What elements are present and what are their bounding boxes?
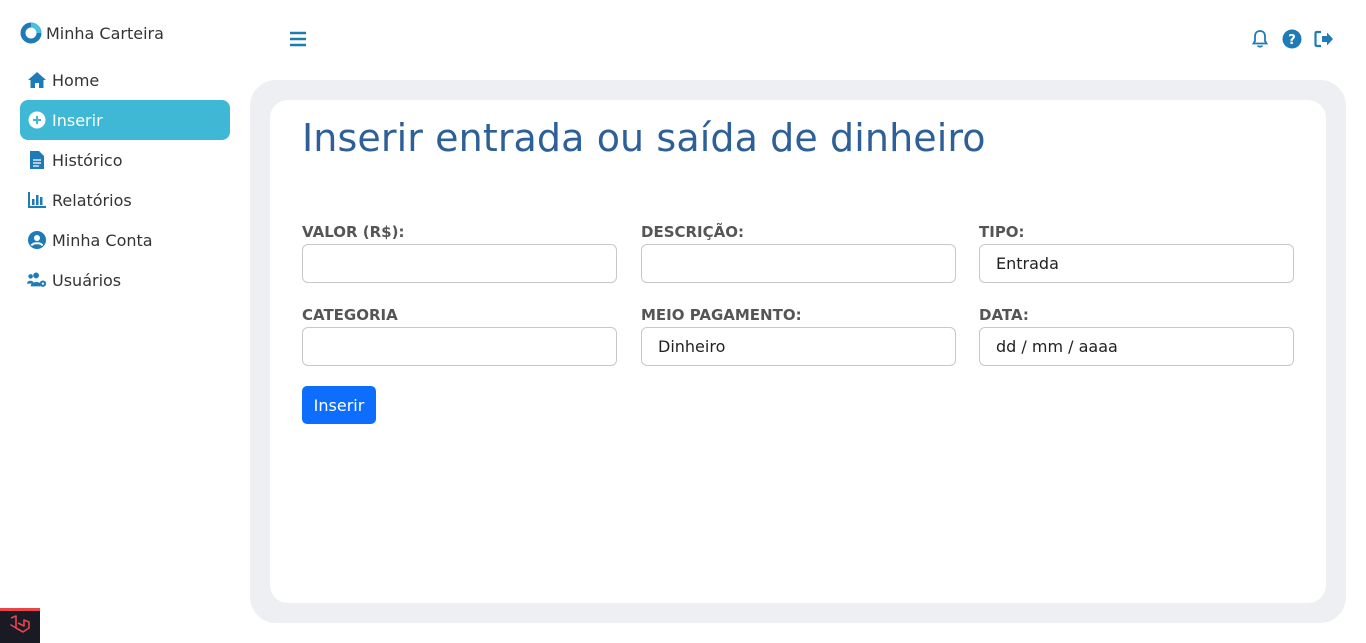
meio-pagamento-label: MEIO PAGAMENTO:	[641, 306, 802, 324]
inserir-button[interactable]: Inserir	[302, 386, 376, 424]
help-icon[interactable]: ?	[1282, 28, 1302, 50]
categoria-group: CATEGORIA	[302, 305, 617, 366]
valor-label: VALOR (R$):	[302, 223, 405, 241]
categoria-label: CATEGORIA	[302, 306, 398, 324]
descricao-group: DESCRIÇÃO:	[641, 222, 956, 283]
data-label: DATA:	[979, 306, 1029, 324]
brand-name: Minha Carteira	[46, 23, 164, 43]
sidebar-item-label: Histórico	[52, 150, 123, 170]
file-icon	[27, 150, 47, 170]
data-input[interactable]: dd / mm / aaaa	[979, 327, 1294, 366]
sidebar-item-minha-conta[interactable]: Minha Conta	[20, 220, 230, 260]
sidebar-item-historico[interactable]: Histórico	[20, 140, 230, 180]
sidebar-item-label: Relatórios	[52, 190, 132, 210]
sidebar-item-usuarios[interactable]: Usuários	[20, 260, 230, 300]
page-title: Inserir entrada ou saída de dinheiro	[302, 116, 986, 160]
hamburger-icon[interactable]	[288, 29, 308, 49]
data-group: DATA: dd / mm / aaaa	[979, 305, 1294, 366]
form-card: Inserir entrada ou saída de dinheiro VAL…	[270, 100, 1326, 603]
valor-group: VALOR (R$):	[302, 222, 617, 283]
users-gear-icon	[27, 270, 47, 290]
user-circle-icon	[27, 230, 47, 250]
tipo-group: TIPO: Entrada	[979, 222, 1294, 283]
tipo-label: TIPO:	[979, 223, 1025, 241]
logout-icon[interactable]	[1314, 28, 1334, 50]
tipo-select[interactable]: Entrada	[979, 244, 1294, 283]
descricao-input[interactable]	[641, 244, 956, 283]
sidebar-item-home[interactable]: Home	[20, 60, 230, 100]
sidebar-item-relatorios[interactable]: Relatórios	[20, 180, 230, 220]
topbar-actions: ?	[1250, 28, 1334, 50]
descricao-label: DESCRIÇÃO:	[641, 223, 745, 241]
sidebar-item-label: Usuários	[52, 270, 122, 290]
sidebar-item-label: Minha Conta	[52, 230, 153, 250]
bar-chart-icon	[27, 190, 47, 210]
meio-pagamento-select[interactable]: Dinheiro	[641, 327, 956, 366]
sidebar-nav: Home Inserir Histórico Relatórios Minha …	[20, 60, 230, 300]
bell-icon[interactable]	[1250, 28, 1270, 50]
sidebar-item-label: Home	[52, 70, 100, 90]
home-icon	[27, 70, 47, 90]
categoria-input[interactable]	[302, 327, 617, 366]
laravel-icon	[9, 614, 31, 640]
plus-circle-icon	[27, 110, 47, 130]
brand[interactable]: Minha Carteira	[20, 21, 164, 45]
debugbar-badge[interactable]	[0, 608, 40, 643]
meio-pagamento-group: MEIO PAGAMENTO: Dinheiro	[641, 305, 956, 366]
valor-input[interactable]	[302, 244, 617, 283]
svg-text:?: ?	[1288, 33, 1296, 48]
sidebar-item-inserir[interactable]: Inserir	[20, 100, 230, 140]
sidebar-item-label: Inserir	[52, 110, 103, 130]
donut-logo-icon	[20, 22, 42, 44]
